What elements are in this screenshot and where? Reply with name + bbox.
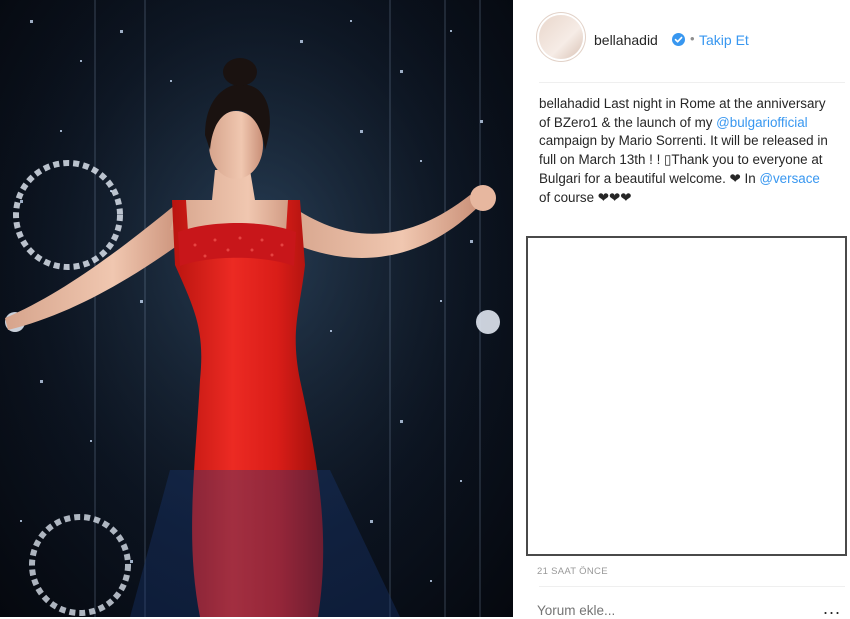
mention-versace[interactable]: @versace xyxy=(759,171,819,186)
avatar[interactable] xyxy=(539,15,583,59)
post-caption: bellahadid Last night in Rome at the ann… xyxy=(539,95,829,207)
comment-input[interactable] xyxy=(537,603,787,618)
footer-divider xyxy=(539,586,845,587)
comments-area xyxy=(526,236,847,556)
photo-illustration xyxy=(0,0,513,617)
more-options-icon[interactable]: ... xyxy=(823,598,841,619)
post-side-panel: bellahadid • Takip Et bellahadid Last ni… xyxy=(513,0,850,619)
separator-dot: • xyxy=(690,31,695,46)
post-username[interactable]: bellahadid xyxy=(594,32,658,48)
header-divider xyxy=(539,82,845,83)
caption-username[interactable]: bellahadid xyxy=(539,96,600,111)
post-photo xyxy=(0,0,513,617)
mention-bulgari[interactable]: @bulgariofficial xyxy=(716,115,808,130)
follow-button[interactable]: Takip Et xyxy=(699,32,749,48)
verified-badge-icon xyxy=(672,33,685,46)
post-timestamp: 21 SAAT ÖNCE xyxy=(537,566,608,577)
caption-text-part3: of course ❤❤❤ xyxy=(539,189,632,205)
post-header: bellahadid • Takip Et xyxy=(513,0,850,82)
